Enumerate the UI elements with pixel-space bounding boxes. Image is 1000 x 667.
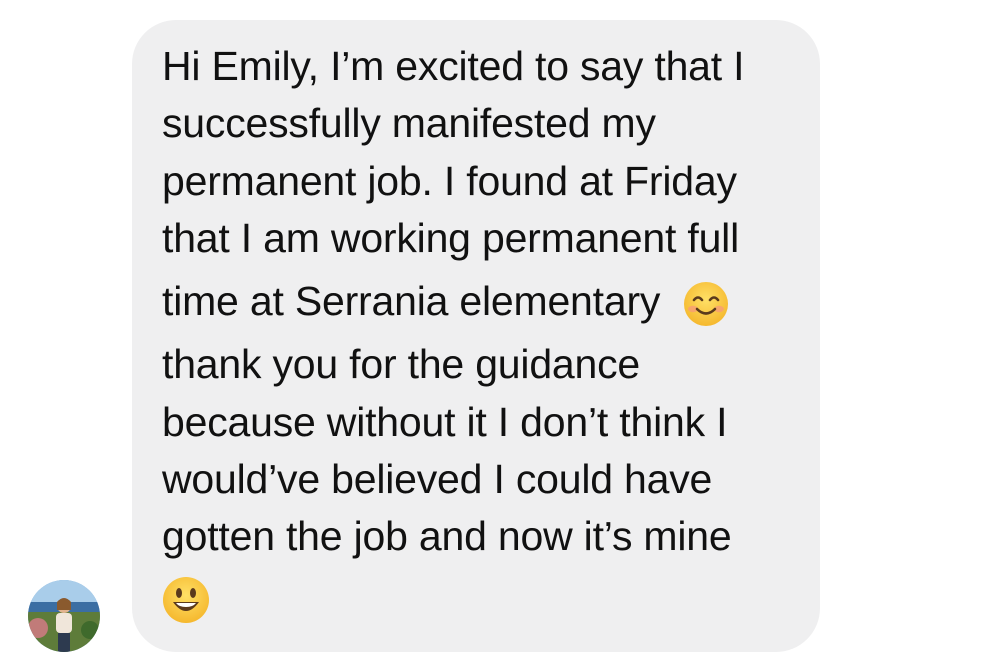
message-line-5: time at Serrania elementary bbox=[162, 278, 661, 324]
message-line-9: gotten the job and now it’s mine bbox=[162, 513, 732, 559]
profile-photo-icon[interactable] bbox=[28, 580, 100, 652]
message-line-3: permanent job. I found at Friday bbox=[162, 158, 737, 204]
message-line-2: successfully manifested my bbox=[162, 100, 656, 146]
message-line-8: would’ve believed I could have bbox=[162, 456, 713, 502]
grinning-face-with-big-eyes-icon bbox=[162, 576, 210, 629]
chat-view: Hi Emily, I’m excited to say that I succ… bbox=[0, 0, 1000, 667]
message-line-6: thank you for the guidance bbox=[162, 341, 641, 387]
smiling-face-with-smiling-eyes-icon bbox=[683, 281, 729, 327]
message-line-1: Hi Emily, I’m excited to say that I bbox=[162, 43, 745, 89]
message-line-4: that I am working permanent full bbox=[162, 215, 739, 261]
message-line-5-wrap: time at Serrania elementary bbox=[162, 277, 729, 327]
message-line-7: because without it I don’t think I bbox=[162, 399, 728, 445]
